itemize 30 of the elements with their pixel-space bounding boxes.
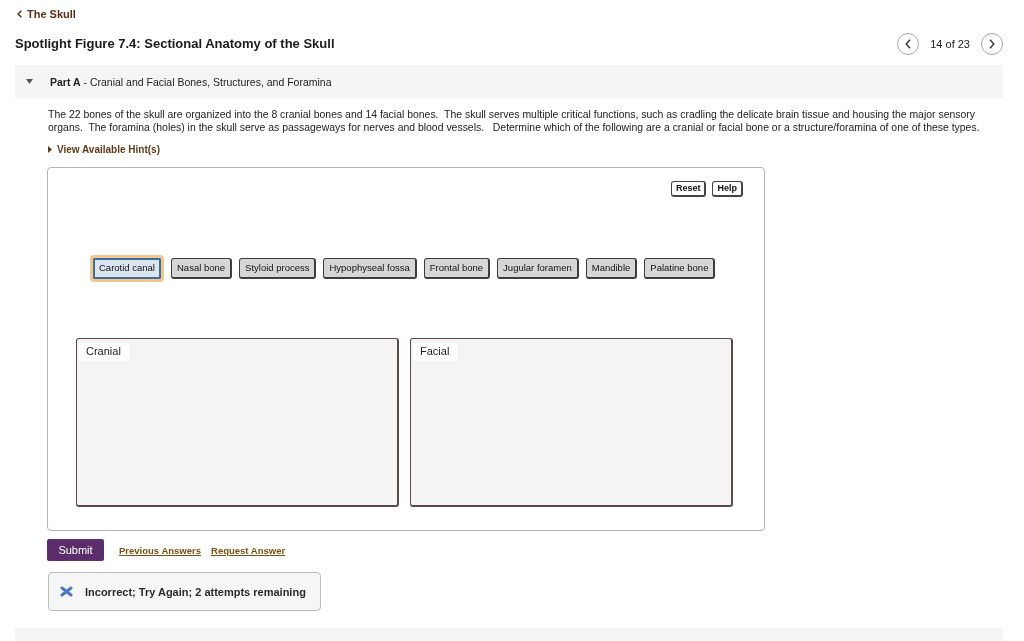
chevron-right-icon (989, 39, 995, 49)
feedback-text: Incorrect; Try Again; 2 attempts remaining (85, 585, 306, 598)
previous-button[interactable] (897, 33, 920, 55)
answer-chip[interactable]: Styloid process (239, 257, 317, 279)
answer-chip[interactable]: Palatine bone (644, 257, 716, 279)
drop-zone-label: Cranial (79, 343, 129, 361)
answer-chip[interactable]: Frontal bone (423, 257, 491, 279)
toolbar-button[interactable]: Reset (670, 181, 707, 197)
breadcrumb-link[interactable]: The Skull (15, 8, 76, 20)
page-counter: 14 of 23 (930, 38, 970, 50)
submit-button[interactable]: Submit (47, 539, 104, 561)
instructions-text: The 22 bones of the skull are organized into the 8 cranial bones and 14 facial bones. The skull serves multiple critical functions, such as cradling the delicate brain tissue and housing the major sensory organs. The foramina (holes) in the skull serve as passageways for nerves and blood vessels. Determine which of the following are a cranial or facial bone or a structure/foramina of one of these types. (48, 108, 981, 134)
cross-icon (60, 586, 73, 597)
answer-chip[interactable]: Jugular foramen (497, 257, 579, 279)
answer-chip[interactable]: Carotid canal (90, 254, 164, 282)
answer-link[interactable]: Previous Answers (119, 544, 202, 556)
drop-zone-label: Facial (413, 343, 458, 361)
chevron-left-icon (905, 39, 912, 49)
answer-chip[interactable]: Mandible (585, 257, 638, 279)
toolbar-button[interactable]: Help (712, 181, 743, 197)
next-button[interactable] (981, 33, 1003, 55)
drop-zone[interactable]: Facial (410, 338, 733, 507)
answer-chip[interactable]: Nasal bone (171, 257, 233, 279)
drop-zone[interactable]: Cranial (76, 338, 399, 507)
chevron-left-icon (17, 10, 22, 18)
part-header[interactable]: Part A - Cranial and Facial Bones, Structures, and Foramina (15, 65, 1003, 98)
answer-link[interactable]: Request Answer (211, 544, 286, 556)
answer-chip[interactable]: Hypophyseal fossa (323, 257, 417, 279)
hints-link[interactable]: View Available Hint(s) (48, 143, 160, 155)
page-title: Spotlight Figure 7.4: Sectional Anatomy of the Skull (15, 36, 335, 52)
